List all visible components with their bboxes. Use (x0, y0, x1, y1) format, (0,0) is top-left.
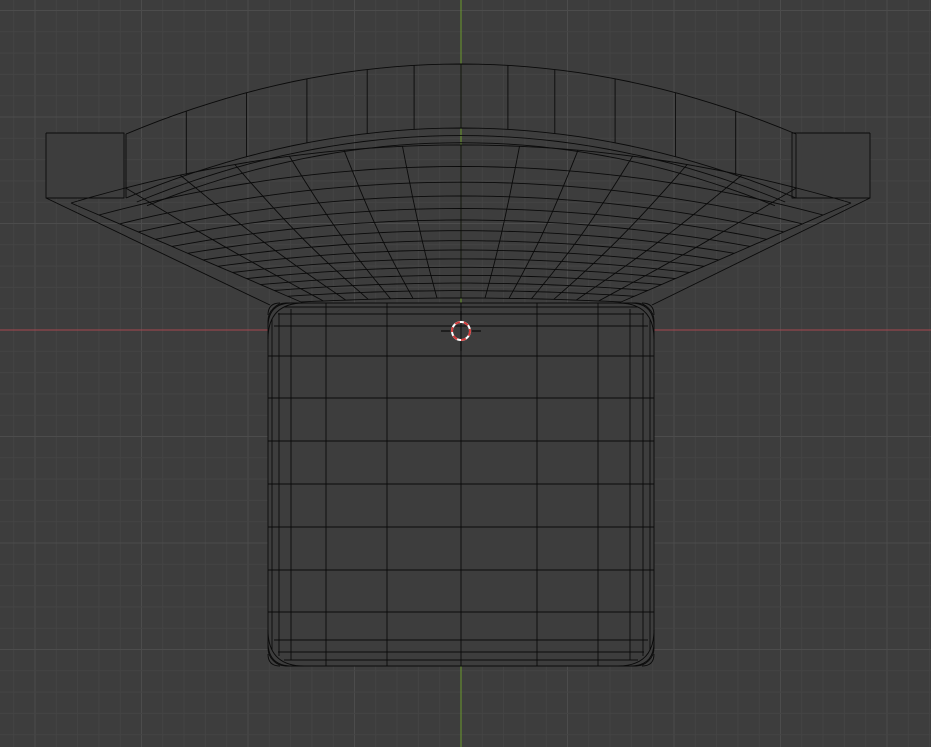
viewport-canvas[interactable] (0, 0, 931, 747)
rim-interior-radial (553, 164, 688, 300)
rim-interior-radial (234, 164, 369, 300)
mesh-object[interactable] (45, 63, 871, 667)
3d-viewport[interactable] (0, 0, 931, 747)
mesh-body[interactable] (267, 302, 655, 667)
rim-left-slope (45, 197, 271, 306)
mesh-rim[interactable] (45, 63, 871, 306)
rim-left-block (45, 132, 125, 199)
rim-right-block (791, 132, 871, 199)
